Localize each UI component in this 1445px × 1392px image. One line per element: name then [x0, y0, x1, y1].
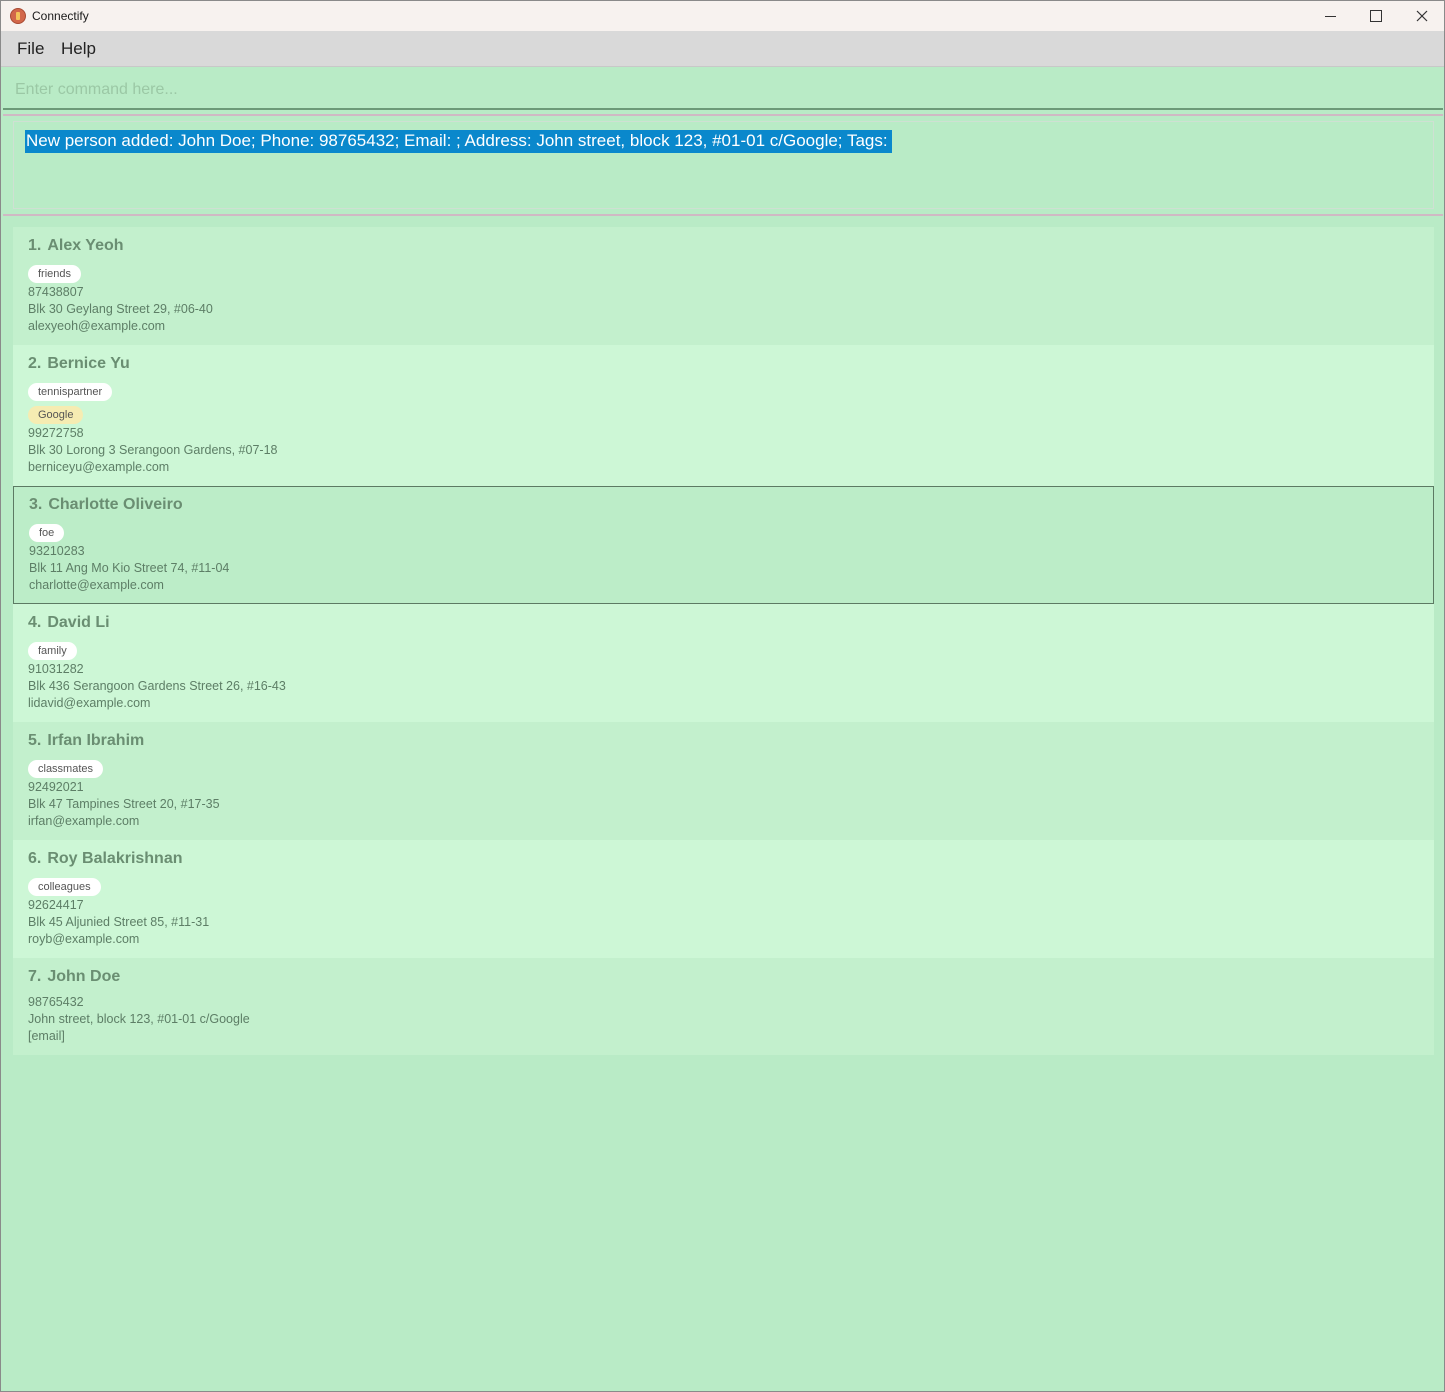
- person-phone: 99272758: [28, 426, 84, 440]
- person-address: Blk 30 Lorong 3 Serangoon Gardens, #07-1…: [28, 443, 278, 457]
- person-index: 6.: [28, 850, 42, 867]
- divider[interactable]: [3, 214, 1443, 216]
- tag-row: foe: [29, 521, 1419, 542]
- title-bar[interactable]: Connectify: [1, 1, 1444, 31]
- person-card[interactable]: 4. David Li family 91031282 Blk 436 Serangoo…: [13, 604, 1434, 722]
- person-list[interactable]: 1. Alex Yeoh friends 87438807 Blk 30 Geylang…: [13, 227, 1434, 1055]
- menu-file[interactable]: File: [17, 39, 44, 59]
- person-address: Blk 30 Geylang Street 29, #06-40: [28, 302, 213, 316]
- person-index: 2.: [28, 355, 42, 372]
- person-phone: 92492021: [28, 780, 84, 794]
- tag-row: classmates: [28, 757, 1419, 778]
- minimize-button[interactable]: [1308, 1, 1354, 31]
- person-index: 1.: [28, 237, 42, 254]
- person-card[interactable]: 5. Irfan Ibrahim classmates 92492021 Blk 47 …: [13, 722, 1434, 840]
- person-email: charlotte@example.com: [29, 578, 164, 592]
- app-logo-icon: [10, 8, 26, 24]
- person-phone: 91031282: [28, 662, 84, 676]
- person-card[interactable]: 6. Roy Balakrishnan colleagues 92624417 Blk …: [13, 840, 1434, 958]
- app-window: Connectify File Help New person added: J…: [0, 0, 1445, 1392]
- person-card[interactable]: 7. John Doe 98765432 John street, block 123…: [13, 958, 1434, 1055]
- person-email: [email]: [28, 1029, 65, 1043]
- close-button[interactable]: [1399, 1, 1445, 31]
- person-header: 6. Roy Balakrishnan: [28, 848, 1419, 870]
- person-name: Roy Balakrishnan: [47, 850, 183, 867]
- person-address: John street, block 123, #01-01 c/Google: [28, 1012, 250, 1026]
- tag-badge: family: [28, 642, 77, 660]
- maximize-button[interactable]: [1353, 1, 1399, 31]
- window-title: Connectify: [32, 9, 89, 23]
- person-email: alexyeoh@example.com: [28, 319, 166, 333]
- person-address: Blk 47 Tampines Street 20, #17-35: [28, 797, 220, 811]
- person-header: 7. John Doe: [28, 966, 1419, 988]
- person-header: 2. Bernice Yu: [28, 353, 1419, 375]
- person-name: John Doe: [47, 968, 121, 985]
- person-card[interactable]: 3. Charlotte Oliveiro foe 93210283 Blk 11 An…: [13, 486, 1434, 604]
- person-phone: 92624417: [28, 898, 84, 912]
- tag-badge: colleagues: [28, 878, 101, 896]
- person-name: Alex Yeoh: [47, 237, 124, 254]
- tag-row: colleagues: [28, 875, 1419, 896]
- person-name: Charlotte Oliveiro: [48, 496, 183, 513]
- person-header: 5. Irfan Ibrahim: [28, 730, 1419, 752]
- tag-badge: friends: [28, 265, 82, 283]
- person-phone: 98765432: [28, 995, 84, 1009]
- close-icon: [1416, 10, 1428, 22]
- tag-badge: classmates: [28, 760, 104, 778]
- menu-bar: File Help: [1, 31, 1444, 67]
- menu-help[interactable]: Help: [61, 39, 96, 59]
- person-card[interactable]: 1. Alex Yeoh friends 87438807 Blk 30 Geylang…: [13, 227, 1434, 345]
- person-email: irfan@example.com: [28, 814, 140, 828]
- person-address: Blk 45 Aljunied Street 85, #11-31: [28, 915, 210, 929]
- person-header: 3. Charlotte Oliveiro: [29, 494, 1419, 516]
- person-email: lidavid@example.com: [28, 696, 151, 710]
- tag-badge: tennispartner: [28, 383, 113, 401]
- person-header: 1. Alex Yeoh: [28, 235, 1419, 257]
- person-phone: 87438807: [28, 285, 84, 299]
- person-name: Bernice Yu: [47, 355, 130, 372]
- command-input[interactable]: [15, 79, 1415, 101]
- result-message[interactable]: New person added: John Doe; Phone: 98765…: [25, 130, 892, 153]
- person-index: 7.: [28, 968, 42, 985]
- person-index: 3.: [29, 496, 43, 513]
- person-address: Blk 11 Ang Mo Kio Street 74, #11-04: [29, 561, 230, 575]
- person-index: 4.: [28, 614, 42, 631]
- person-phone: 93210283: [29, 544, 85, 558]
- person-address: Blk 436 Serangoon Gardens Street 26, #16…: [28, 679, 286, 693]
- command-box: [3, 68, 1443, 110]
- company-badge: Google: [28, 406, 84, 424]
- tag-badge: foe: [29, 524, 65, 542]
- tag-row: friends: [28, 262, 1419, 283]
- tag-row: family: [28, 639, 1419, 660]
- person-email: royb@example.com: [28, 932, 140, 946]
- person-name: Irfan Ibrahim: [47, 732, 145, 749]
- divider[interactable]: [3, 114, 1443, 116]
- person-name: David Li: [47, 614, 110, 631]
- tag-row: tennispartner: [28, 380, 1419, 401]
- person-header: 4. David Li: [28, 612, 1419, 634]
- company-row: Google: [28, 403, 1419, 424]
- person-card[interactable]: 2. Bernice Yu tennispartner Google 99272758 B…: [13, 345, 1434, 486]
- person-email: berniceyu@example.com: [28, 460, 170, 474]
- person-index: 5.: [28, 732, 42, 749]
- result-display[interactable]: New person added: John Doe; Phone: 98765…: [13, 121, 1434, 209]
